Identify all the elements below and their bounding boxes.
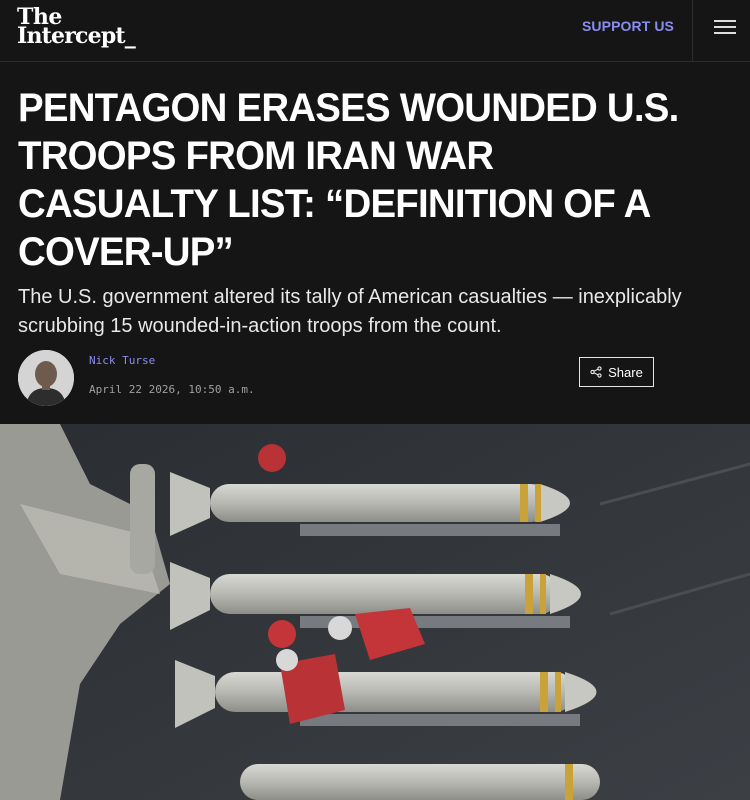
author-avatar[interactable] — [18, 350, 74, 406]
logo-line-2: Intercept_ — [17, 22, 136, 49]
hamburger-icon[interactable] — [714, 20, 738, 38]
header-divider — [692, 0, 693, 62]
share-button[interactable]: Share — [579, 357, 654, 387]
article-dek: The U.S. government altered its tally of… — [18, 286, 682, 337]
support-us-link[interactable]: SUPPORT US — [582, 18, 674, 34]
author-name-link[interactable]: Nick Turse — [89, 354, 155, 367]
share-label: Share — [608, 364, 643, 380]
site-logo[interactable]: The Intercept_ — [17, 6, 136, 49]
publish-date: April 22 2026, 10:50 a.m. — [89, 383, 255, 396]
share-icon — [590, 366, 602, 378]
site-header: The Intercept_ SUPPORT US — [0, 0, 750, 62]
article-headline: PENTAGON ERASES WOUNDED U.S. TROOPS FROM… — [18, 86, 679, 274]
hero-photo — [0, 424, 750, 800]
